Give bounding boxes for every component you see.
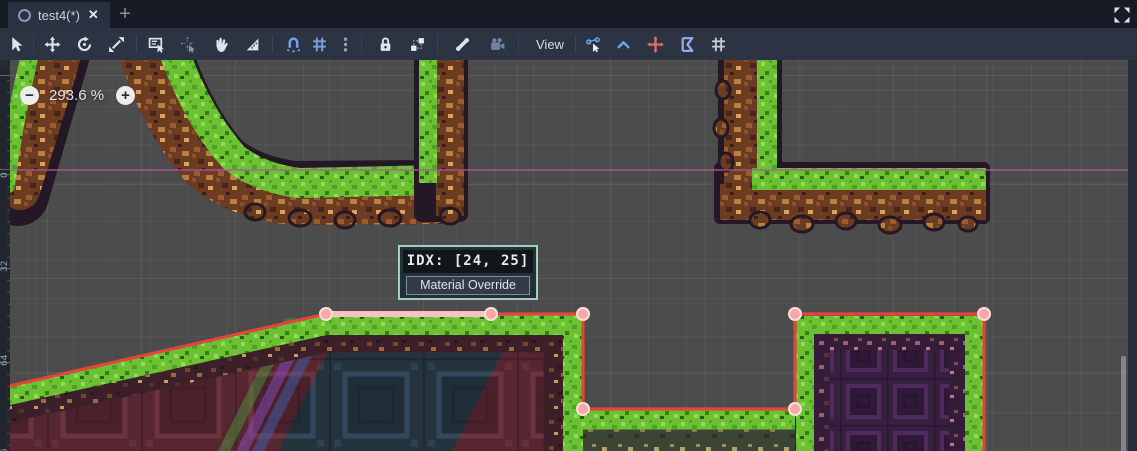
viewport-scene bbox=[10, 60, 1128, 451]
select-tool-button[interactable] bbox=[4, 32, 28, 56]
bone-icon[interactable] bbox=[450, 32, 474, 56]
expand-viewport-icon[interactable] bbox=[1112, 5, 1132, 25]
vertical-ruler[interactable]: 0326496 bbox=[0, 70, 10, 451]
edit-polygon-icon[interactable] bbox=[675, 32, 699, 56]
more-options-icon[interactable] bbox=[333, 32, 357, 56]
grid-options-icon[interactable] bbox=[706, 32, 730, 56]
shape-point-handle[interactable] bbox=[577, 308, 589, 320]
move-point-icon[interactable] bbox=[643, 32, 667, 56]
lock-icon[interactable] bbox=[373, 32, 397, 56]
list-select-button[interactable] bbox=[144, 32, 168, 56]
vertical-scrollbar[interactable] bbox=[1121, 356, 1126, 451]
position-select-button[interactable] bbox=[176, 32, 200, 56]
zoom-widget: − 293.6 % + bbox=[20, 86, 135, 105]
point-select-icon[interactable] bbox=[581, 32, 605, 56]
toolbar-separator bbox=[272, 35, 273, 53]
point-info-tooltip: IDX: [24, 25] Material Override bbox=[398, 245, 538, 300]
shape-point-handle[interactable] bbox=[577, 403, 589, 415]
zoom-out-button[interactable]: − bbox=[20, 86, 39, 105]
terrain-ground-shape bbox=[10, 308, 990, 451]
scene-icon bbox=[18, 9, 31, 22]
shape-point-handle[interactable] bbox=[978, 308, 990, 320]
close-tab-icon[interactable]: ✕ bbox=[88, 7, 99, 23]
shape-point-handle[interactable] bbox=[789, 403, 801, 415]
scene-tab-bar: test4(*) ✕ + bbox=[0, 0, 1137, 28]
toolbar-separator bbox=[136, 35, 137, 53]
zoom-level-label[interactable]: 293.6 % bbox=[49, 87, 104, 104]
group-icon[interactable] bbox=[405, 32, 429, 56]
scene-tab-test4[interactable]: test4(*) ✕ bbox=[8, 2, 110, 28]
v-ruler-label: 0 bbox=[0, 172, 10, 178]
collapse-chevron-icon[interactable] bbox=[611, 32, 635, 56]
ruler-corner bbox=[0, 60, 10, 70]
v-ruler-label: 64 bbox=[0, 354, 10, 365]
camera-preview-icon[interactable] bbox=[485, 32, 509, 56]
grid-snap-icon[interactable] bbox=[307, 32, 331, 56]
view-menu-button[interactable]: View bbox=[526, 32, 574, 56]
toolbar-separator bbox=[361, 35, 362, 53]
toolbar-separator bbox=[575, 35, 576, 53]
godot-2d-editor: test4(*) ✕ + bbox=[0, 0, 1137, 451]
shape-point-handle[interactable] bbox=[485, 308, 497, 320]
shape-point-handle[interactable] bbox=[320, 308, 332, 320]
scale-tool-button[interactable] bbox=[104, 32, 128, 56]
toolbar-separator bbox=[437, 35, 438, 53]
toolbar-separator bbox=[33, 35, 34, 53]
scene-tab-label: test4(*) bbox=[38, 8, 80, 23]
ruler-tool-button[interactable] bbox=[240, 32, 264, 56]
pan-tool-button[interactable] bbox=[208, 32, 232, 56]
shape-point-handle[interactable] bbox=[789, 308, 801, 320]
tooltip-idx-label: IDX: [24, 25] bbox=[403, 250, 533, 273]
tooltip-material-label: Material Override bbox=[406, 276, 530, 295]
new-tab-button[interactable]: + bbox=[112, 0, 138, 28]
toolbar-separator bbox=[518, 35, 519, 53]
v-ruler-label: 32 bbox=[0, 260, 10, 271]
viewport-canvas[interactable]: − 293.6 % + IDX: [24, 25] Material Overr… bbox=[10, 60, 1128, 451]
panel-edge bbox=[1128, 60, 1137, 451]
terrain-ceiling-right bbox=[714, 60, 990, 233]
zoom-in-button[interactable]: + bbox=[116, 86, 135, 105]
canvas-toolbar: View bbox=[0, 28, 1137, 60]
move-tool-button[interactable] bbox=[40, 32, 64, 56]
rotate-tool-button[interactable] bbox=[72, 32, 96, 56]
smart-snap-icon[interactable] bbox=[281, 32, 305, 56]
